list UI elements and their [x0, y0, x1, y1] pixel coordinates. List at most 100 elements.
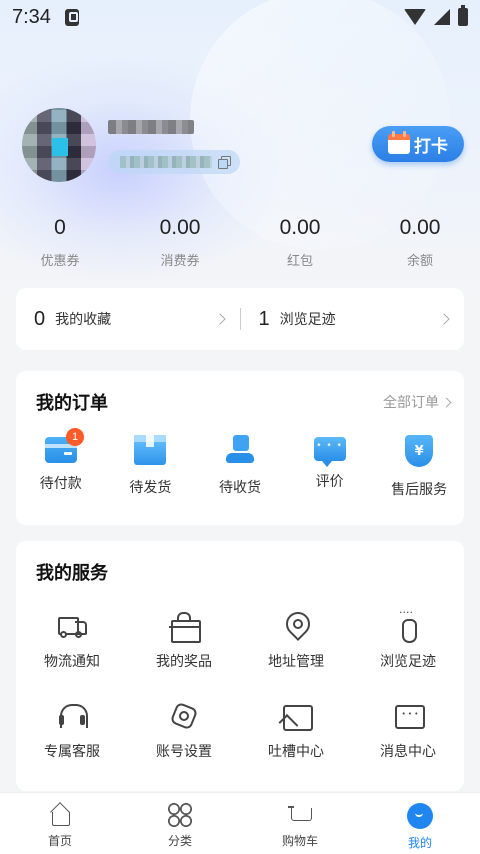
message-icon	[393, 701, 425, 731]
shield-glyph: ¥	[414, 443, 424, 459]
service-address[interactable]: 地址管理	[240, 611, 352, 701]
stat-value: 0	[54, 216, 66, 239]
services-row: 专属客服 账号设置 吐槽中心 消息中心	[16, 701, 464, 791]
stat-value: 0.00	[279, 216, 321, 239]
stat-red-packets[interactable]: 0.00 红包	[240, 216, 360, 272]
service-messages[interactable]: 消息中心	[352, 701, 464, 791]
orders-card: 我的订单 全部订单 1 待付款 待发货 待收货 评价 ¥ 售后服务	[16, 371, 464, 525]
nav-label: 分类	[167, 834, 192, 848]
status-indicators	[404, 5, 468, 26]
favorites-count: 0	[34, 307, 46, 330]
status-bar: 7:34	[0, 0, 480, 34]
stat-label: 优惠券	[40, 254, 80, 269]
pending-payment-badge: 1	[66, 428, 84, 446]
user-id-pill[interactable]	[108, 150, 240, 174]
service-prizes[interactable]: 我的奖品	[128, 611, 240, 701]
service-label: 专属客服	[44, 744, 100, 760]
order-pending-receipt[interactable]: 待收货	[195, 435, 285, 499]
service-label: 消息中心	[380, 744, 436, 760]
nav-cart[interactable]: 购物车	[240, 793, 360, 854]
order-item-label: 待发货	[129, 480, 172, 496]
service-feedback[interactable]: 吐槽中心	[240, 701, 352, 791]
services-grid: 物流通知 我的奖品 地址管理 浏览足迹 专属客服 账号设置	[16, 603, 464, 791]
service-label: 地址管理	[268, 654, 324, 670]
stat-consumption-vouchers[interactable]: 0.00 消费券	[120, 216, 240, 272]
parking-notification-icon	[64, 8, 79, 26]
footprint-icon	[393, 603, 423, 643]
stat-value: 0.00	[159, 216, 201, 239]
gift-icon	[169, 611, 201, 643]
checkin-button[interactable]: 打卡	[372, 126, 464, 162]
order-item-label: 待付款	[39, 476, 82, 492]
services-title: 我的服务	[36, 563, 108, 584]
nav-label: 首页	[47, 834, 72, 848]
user-id-redacted	[120, 156, 212, 168]
chevron-right-icon	[438, 313, 450, 325]
service-customer-support[interactable]: 专属客服	[16, 701, 128, 791]
service-label: 浏览足迹	[380, 654, 436, 670]
order-review[interactable]: 评价	[285, 435, 375, 499]
me-icon	[407, 803, 433, 829]
copy-icon[interactable]	[218, 156, 231, 169]
stat-balance[interactable]: 0.00 余额	[360, 216, 480, 272]
nav-label: 购物车	[281, 834, 318, 848]
order-item-label: 待收货	[218, 480, 261, 496]
nav-label: 我的	[407, 836, 432, 850]
box-icon	[134, 435, 167, 465]
checkin-label: 打卡	[414, 136, 448, 157]
browse-history-link[interactable]: 1 浏览足迹	[241, 288, 465, 350]
battery-icon	[458, 5, 468, 26]
order-status-row: 1 待付款 待发货 待收货 评价 ¥ 售后服务	[16, 428, 464, 499]
location-icon	[281, 611, 311, 641]
order-item-label: 评价	[315, 474, 344, 490]
home-icon	[48, 803, 72, 827]
service-footprint[interactable]: 浏览足迹	[352, 603, 464, 701]
service-account-settings[interactable]: 账号设置	[128, 701, 240, 791]
my-favorites-link[interactable]: 0 我的收藏	[16, 288, 240, 350]
wallet-stats: 0 优惠券 0.00 消费券 0.00 红包 0.00 余额	[0, 216, 480, 272]
cart-icon	[288, 803, 312, 827]
order-after-sales[interactable]: ¥ 售后服务	[374, 435, 464, 499]
favorites-label: 我的收藏	[55, 312, 112, 328]
avatar[interactable]	[22, 108, 96, 182]
service-logistics[interactable]: 物流通知	[16, 611, 128, 701]
services-row: 物流通知 我的奖品 地址管理 浏览足迹	[16, 603, 464, 701]
all-orders-link[interactable]: 全部订单	[383, 392, 452, 412]
bottom-nav: 首页 分类 购物车 我的	[0, 792, 480, 854]
shield-icon: ¥	[405, 435, 434, 467]
stat-coupons[interactable]: 0 优惠券	[0, 216, 120, 272]
favorites-card: 0 我的收藏 1 浏览足迹	[16, 288, 464, 350]
history-count: 1	[258, 307, 270, 330]
orders-title: 我的订单	[36, 393, 108, 414]
signal-icon	[434, 9, 450, 25]
stat-label: 消费券	[160, 254, 200, 269]
service-label: 物流通知	[44, 654, 100, 670]
truck-icon	[57, 611, 87, 641]
stat-label: 余额	[406, 254, 433, 269]
service-label: 账号设置	[156, 744, 212, 760]
all-orders-label: 全部订单	[383, 395, 439, 411]
order-pending-shipment[interactable]: 待发货	[106, 435, 196, 499]
image-icon	[281, 701, 313, 731]
services-card: 我的服务 物流通知 我的奖品 地址管理 浏览足迹 专属客服	[16, 541, 464, 791]
service-label: 吐槽中心	[268, 744, 324, 760]
receive-icon	[224, 435, 256, 465]
wifi-icon	[404, 9, 426, 25]
settings-icon	[169, 701, 199, 731]
chevron-right-icon	[213, 313, 226, 325]
stat-value: 0.00	[399, 216, 441, 239]
order-item-label: 售后服务	[391, 482, 448, 498]
service-label: 我的奖品	[156, 654, 212, 670]
comment-icon	[313, 437, 346, 467]
history-label: 浏览足迹	[279, 312, 336, 328]
status-time: 7:34	[12, 5, 51, 28]
nav-me[interactable]: 我的	[360, 793, 480, 854]
background-arc	[190, 0, 450, 250]
nav-home[interactable]: 首页	[0, 793, 120, 854]
stat-label: 红包	[286, 254, 313, 269]
nav-category[interactable]: 分类	[120, 793, 240, 854]
username-redacted	[108, 120, 194, 134]
order-pending-payment[interactable]: 1 待付款	[16, 428, 106, 499]
chevron-right-icon	[441, 397, 452, 407]
headset-icon	[57, 701, 88, 731]
